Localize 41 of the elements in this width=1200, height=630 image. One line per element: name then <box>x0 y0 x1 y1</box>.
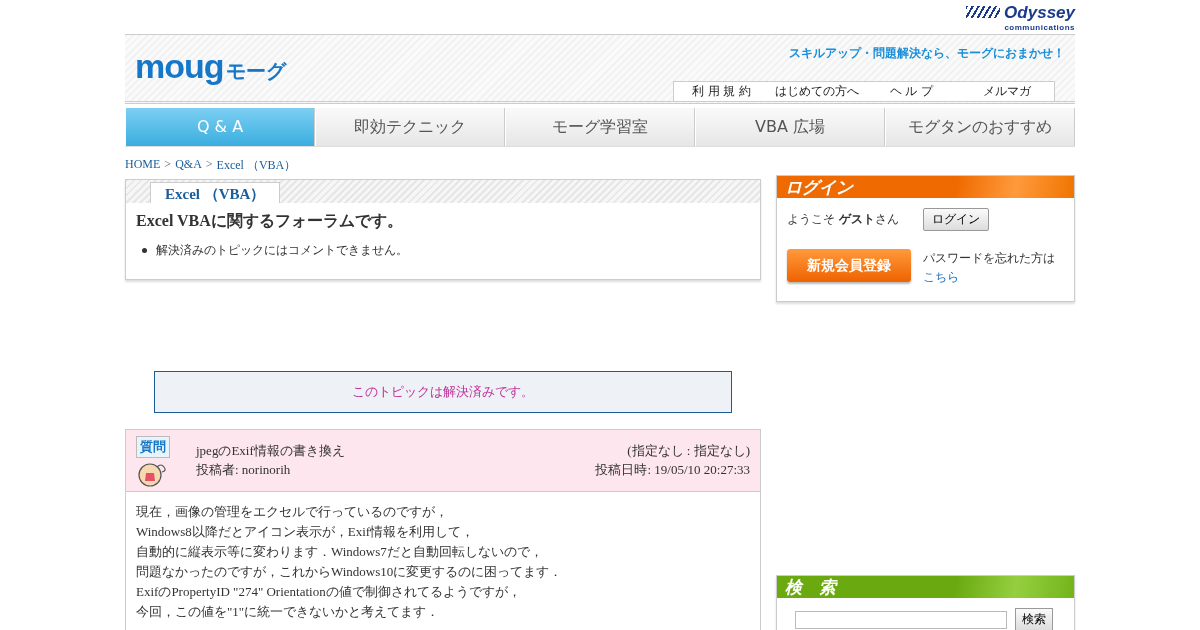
company-logo: Odyssey communications <box>966 3 1075 32</box>
forum-title: Excel VBAに関するフォーラムです。 <box>136 211 404 231</box>
post-author: 投稿者: norinorih <box>196 461 292 479</box>
forum-tab[interactable]: Excel （VBA） <box>150 182 281 203</box>
tagline: スキルアップ・問題解決なら、モーグにおまかせ！ <box>789 45 1066 62</box>
nav-tab[interactable]: モーグ学習室 <box>505 108 695 146</box>
header-link[interactable]: 利 用 規 約 <box>674 82 769 101</box>
search-field[interactable] <box>795 610 1007 629</box>
post-text-line: 問題なかったのですが，これからWindows10に変更するのに困ってます． <box>136 563 564 581</box>
breadcrumb-separator: > <box>164 157 172 173</box>
post-text-line: Windows8以降だとアイコン表示が，Exif情報を利用して， <box>136 523 476 541</box>
login-button[interactable]: ログイン <box>922 208 989 231</box>
header-link[interactable]: ヘ ル プ <box>864 82 959 101</box>
bullet-icon <box>142 248 147 253</box>
post-text-line: ExifのPropertyID "274" Orientationの値で制御されてるようですが， <box>136 583 522 601</box>
breadcrumb-link[interactable]: Excel （VBA） <box>216 157 297 174</box>
welcome-text: ようこそ ゲストさん <box>787 211 899 228</box>
post-text-line: 自動的に縦表示等に変わります．Windows7だと自動回転しないので， <box>136 543 544 561</box>
post-title: jpegのExif情報の書き換え <box>196 442 346 460</box>
panel-header: ログイン <box>777 176 1074 198</box>
nav-tab[interactable]: VBA 広場 <box>695 108 885 146</box>
post-text-line: 今回，この値を"1"に統一できないかと考えてます． <box>136 603 441 621</box>
forgot-password-text: パスワードを忘れた方は <box>923 250 1055 267</box>
breadcrumb-link[interactable]: HOME <box>125 157 161 174</box>
forum-note: 解決済みのトピックにはコメントできません。 <box>156 242 408 259</box>
panel-header: 検 索 <box>777 576 1074 598</box>
post-date: 投稿日時: 19/05/10 20:27:33 <box>595 461 750 479</box>
post-text-line: 現在，画像の管理をエクセルで行っているのですが， <box>136 503 449 521</box>
search-button[interactable]: 検索 <box>1015 608 1053 630</box>
breadcrumb-separator: > <box>205 157 213 173</box>
nav-tab[interactable]: モグタンのおすすめ <box>885 108 1075 146</box>
header-link[interactable]: はじめての方へ <box>769 82 864 101</box>
resolved-notice: このトピックは解決済みです。 <box>154 371 732 413</box>
question-badge: 質問 <box>136 436 170 458</box>
breadcrumb-link[interactable]: Q&A <box>175 157 202 174</box>
forgot-password-link[interactable]: こちら <box>923 268 959 287</box>
nav-tab[interactable]: 即効テクニック <box>315 108 505 146</box>
site-logo[interactable]: mougモーグ <box>125 35 286 101</box>
header-link[interactable]: メルマガ <box>959 82 1054 101</box>
avatar-icon <box>137 461 169 487</box>
post-category: (指定なし : 指定なし) <box>626 442 750 460</box>
